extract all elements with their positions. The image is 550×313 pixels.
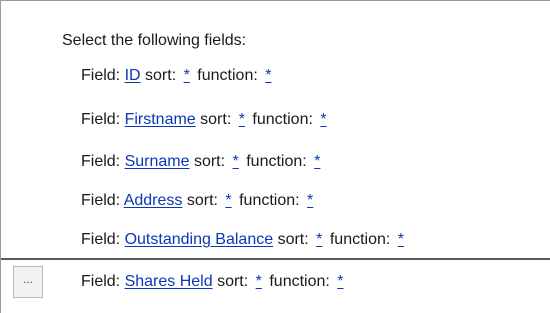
field-row: Field: Shares Held sort: * function: * (81, 272, 347, 292)
function-label: function: (329, 231, 391, 248)
function-link[interactable]: * (262, 66, 274, 86)
sort-label: sort: (277, 231, 309, 248)
sort-link[interactable]: * (230, 152, 242, 172)
sort-link[interactable]: * (313, 230, 325, 250)
function-link[interactable]: * (317, 110, 329, 130)
field-name-link[interactable]: Surname (125, 153, 190, 170)
sort-link[interactable]: * (222, 191, 234, 211)
function-label: function: (246, 153, 307, 170)
sort-label: sort: (217, 273, 249, 290)
function-label: function: (252, 111, 313, 128)
field-row: Field: Firstname sort: * function: * (81, 110, 330, 130)
more-options-button[interactable]: ... (13, 266, 43, 298)
sort-label: sort: (200, 111, 232, 128)
field-label: Field: (81, 67, 121, 84)
sort-label: sort: (145, 67, 177, 84)
field-name-link[interactable]: Address (124, 192, 183, 209)
function-link[interactable]: * (395, 230, 407, 250)
function-label: function: (269, 273, 330, 290)
sort-label: sort: (186, 192, 218, 209)
field-label: Field: (81, 273, 121, 290)
function-link[interactable]: * (334, 272, 346, 292)
field-label: Field: (81, 192, 121, 209)
field-row: Field: Address sort: * function: * (81, 191, 316, 211)
field-row: Field: Outstanding Balance sort: * funct… (81, 230, 407, 250)
field-row: Field: ID sort: * function: * (81, 66, 274, 86)
field-name-link[interactable]: Shares Held (125, 273, 213, 290)
field-label: Field: (81, 153, 121, 170)
field-name-link[interactable]: ID (125, 67, 141, 84)
function-link[interactable]: * (311, 152, 323, 172)
field-selection-panel: Select the following fields: Field: ID s… (0, 0, 550, 313)
sort-link[interactable]: * (253, 272, 265, 292)
function-label: function: (197, 67, 258, 84)
row-separator (1, 258, 550, 260)
sort-link[interactable]: * (181, 66, 193, 86)
field-name-link[interactable]: Firstname (125, 111, 196, 128)
sort-label: sort: (193, 153, 226, 170)
field-label: Field: (81, 111, 121, 128)
field-row: Field: Surname sort: * function: * (81, 152, 323, 172)
field-label: Field: (81, 231, 121, 248)
sort-link[interactable]: * (236, 110, 248, 130)
panel-heading: Select the following fields: (62, 32, 247, 49)
function-label: function: (239, 192, 300, 209)
function-link[interactable]: * (304, 191, 316, 211)
field-name-link[interactable]: Outstanding Balance (125, 231, 274, 248)
